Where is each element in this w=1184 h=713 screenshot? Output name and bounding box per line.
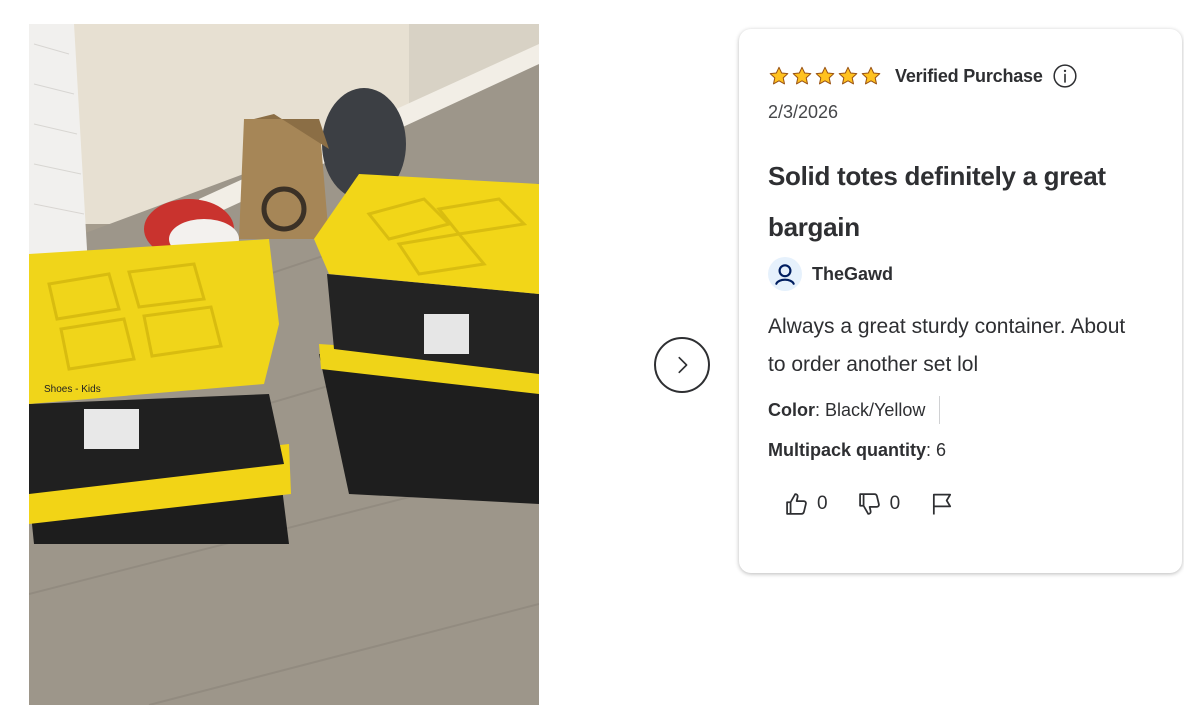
review-body: Always a great sturdy container. About t…: [768, 315, 1126, 376]
unhelpful-count: 0: [889, 493, 901, 514]
star-filled-icon: [769, 66, 789, 85]
review-photo-image: Shoes - Kids: [29, 24, 539, 705]
next-review-button[interactable]: [654, 337, 710, 393]
thumbs-down-icon: [858, 493, 880, 515]
report-button[interactable]: [928, 490, 956, 518]
star-filled-icon: [838, 66, 858, 85]
review-title: Solid totes definitely a great bargain: [768, 161, 1106, 242]
review-photo[interactable]: Shoes - Kids: [29, 24, 539, 705]
flag-icon: [933, 493, 952, 515]
verified-purchase-label: Verified Purchase: [895, 65, 1043, 86]
review-card: Verified Purchase 2/3/2026 Solid totes d…: [739, 29, 1182, 573]
review-date: 2/3/2026: [768, 102, 839, 122]
svg-text:Shoes - Kids: Shoes - Kids: [44, 384, 101, 395]
attribute-color: Color: Black/Yellow: [768, 396, 1154, 424]
review-author: TheGawd: [768, 257, 1154, 291]
attribute-multipack-quantity: Multipack quantity: 6: [768, 436, 1154, 464]
thumbs-up-icon: [786, 493, 807, 515]
helpful-count: 0: [817, 493, 828, 514]
star-rating: [768, 65, 882, 87]
helpful-button[interactable]: 0: [783, 490, 828, 518]
attribute-value: : 6: [926, 439, 947, 460]
attribute-value: : Black/Yellow: [815, 399, 926, 420]
user-icon: [775, 264, 795, 285]
info-icon[interactable]: [1052, 63, 1078, 89]
star-filled-icon: [792, 66, 812, 85]
attribute-name: Color: [768, 399, 815, 420]
star-filled-icon: [861, 66, 881, 85]
review-actions: 0 0: [783, 490, 1154, 518]
star-filled-icon: [815, 66, 835, 85]
unhelpful-button[interactable]: 0: [856, 490, 901, 518]
divider: [939, 396, 941, 424]
avatar: [768, 257, 802, 291]
attribute-name: Multipack quantity: [768, 439, 927, 460]
chevron-right-icon: [678, 356, 688, 374]
author-name: TheGawd: [812, 263, 894, 284]
rating-row: Verified Purchase: [768, 63, 1154, 89]
